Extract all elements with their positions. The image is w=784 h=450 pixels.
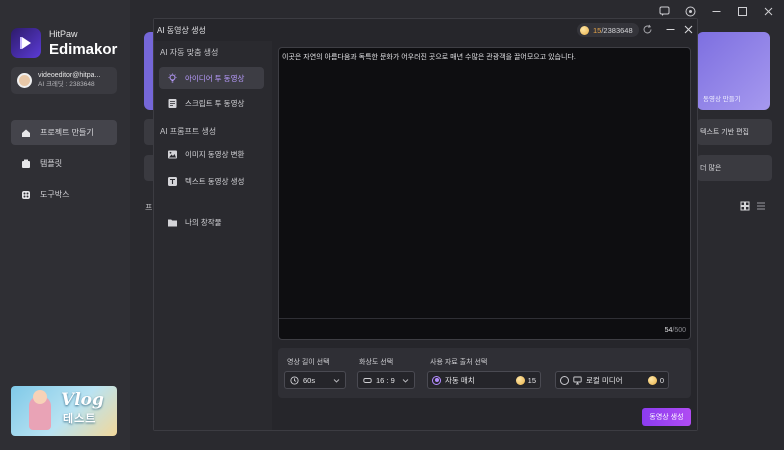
- minimize-icon[interactable]: [710, 5, 722, 17]
- bg-text-edit-row[interactable]: 텍스트 기반 편집: [697, 119, 772, 145]
- nav-label: 템플릿: [40, 159, 63, 168]
- source-local-option[interactable]: 로컬 미디어 0: [555, 371, 669, 389]
- nav-templates[interactable]: 템플릿: [11, 151, 117, 176]
- ratio-value: 16 : 9: [376, 375, 395, 385]
- script-icon: [168, 98, 177, 108]
- dialog-content: 이곳은 자연의 아름다움과 독특한 문화가 어우러진 곳으로 매년 수많은 관광…: [272, 41, 697, 430]
- side-nav: 프로젝트 만들기 템플릿 도구박스: [11, 120, 117, 213]
- generate-video-button[interactable]: 동영상 생성: [642, 408, 691, 426]
- credit-total: /2383648: [601, 25, 633, 35]
- user-card[interactable]: videoeditor@hitpa... AI 크레딧 : 2383648: [11, 67, 117, 94]
- bg-more-row[interactable]: 더 많은: [697, 155, 772, 181]
- product-name: Edimakor: [49, 40, 118, 58]
- prompt-text: 이곳은 자연의 아름다움과 독특한 문화가 어우러진 곳으로 매년 수많은 관광…: [282, 54, 576, 61]
- user-credit: AI 크레딧 : 2383648: [38, 80, 95, 88]
- source-auto-option[interactable]: 자동 매치 15: [427, 371, 541, 389]
- source-label: 사용 자료 출처 선택: [430, 359, 488, 366]
- clock-icon: [290, 375, 299, 385]
- prompt-input[interactable]: 이곳은 자연의 아름다움과 독특한 문화가 어우러진 곳으로 매년 수많은 관광…: [278, 47, 691, 340]
- folder-icon: [168, 219, 177, 226]
- grid-view-icon[interactable]: [740, 201, 750, 211]
- bg-row-label: 텍스트 기반 편집: [700, 129, 749, 136]
- item-label: 이미지 동영상 변환: [185, 149, 245, 159]
- source-auto-label: 자동 매치: [445, 375, 475, 385]
- options-panel: 영상 길이 선택 60s 화상도 선택 16 : 9 사용 자료 출처 선택 자…: [278, 348, 691, 398]
- view-toggle: [740, 201, 766, 211]
- bg-create-video-card[interactable]: 동영상 만들기: [697, 32, 770, 110]
- aspect-ratio-icon: [363, 377, 372, 383]
- section-prompt-title: AI 프롬프트 생성: [160, 127, 217, 136]
- dialog-minimize-icon[interactable]: [665, 24, 676, 35]
- credit-badge[interactable]: 15 /2383648: [577, 23, 639, 37]
- nav-label: 프로젝트 만들기: [40, 128, 94, 137]
- radio-auto[interactable]: [432, 375, 441, 385]
- item-my-works[interactable]: 나의 창작물: [159, 211, 264, 233]
- avatar: [17, 73, 32, 88]
- dialog-title: AI 동영상 생성: [157, 26, 206, 35]
- maximize-icon[interactable]: [736, 5, 748, 17]
- item-label: 스크립트 투 동영상: [185, 98, 245, 108]
- length-select[interactable]: 60s: [284, 371, 346, 389]
- dialog-header: AI 동영상 생성 15 /2383648: [154, 19, 697, 41]
- item-idea-to-video[interactable]: 아이디어 투 동영상: [159, 67, 264, 89]
- ratio-label: 화상도 선택: [359, 359, 394, 366]
- item-script-to-video[interactable]: 스크립트 투 동영상: [159, 92, 264, 114]
- item-label: 아이디어 투 동영상: [185, 73, 245, 83]
- settings-icon[interactable]: [684, 5, 696, 17]
- dialog-close-icon[interactable]: [683, 24, 694, 35]
- list-view-icon[interactable]: [756, 201, 766, 211]
- item-image-to-video[interactable]: 이미지 동영상 변환: [159, 143, 264, 165]
- text-icon: [168, 176, 177, 186]
- coin-icon: [647, 376, 657, 385]
- image-icon: [168, 150, 177, 158]
- dialog-sidebar: AI 자동 맞춤 생성 아이디어 투 동영상 스크립트 투 동영상 AI 프롬프…: [154, 41, 272, 430]
- promo-title: Vlog: [61, 390, 104, 410]
- toolbox-icon: [22, 190, 30, 199]
- prompt-divider: [279, 318, 690, 319]
- item-label: 나의 창작물: [185, 217, 222, 227]
- coin-icon: [580, 25, 589, 35]
- ai-video-dialog: AI 동영상 생성 15 /2383648 AI 자동 맞춤 생성 아이디어 투…: [153, 18, 698, 431]
- monitor-icon: [573, 376, 582, 384]
- ratio-select[interactable]: 16 : 9: [357, 371, 415, 389]
- item-text-to-video[interactable]: 텍스트 동영상 생성: [159, 170, 264, 192]
- cost-value: 0: [659, 376, 664, 385]
- nav-label: 도구박스: [40, 190, 70, 199]
- radio-local[interactable]: [560, 375, 569, 385]
- item-label: 텍스트 동영상 생성: [185, 176, 245, 186]
- char-count-max: 500: [674, 327, 686, 334]
- template-icon: [22, 159, 30, 168]
- user-email: videoeditor@hitpa...: [38, 72, 101, 80]
- brand-name: HitPaw: [49, 28, 78, 39]
- edimakor-logo-icon: [11, 28, 41, 58]
- feedback-icon[interactable]: [658, 5, 670, 17]
- app-sidebar: HitPaw Edimakor videoeditor@hitpa... AI …: [0, 0, 130, 450]
- length-value: 60s: [303, 375, 316, 385]
- app-topbar-controls: [658, 5, 774, 17]
- bg-section-label: 프: [145, 203, 153, 212]
- chevron-down-icon: [333, 379, 340, 383]
- coin-icon: [515, 376, 525, 385]
- bg-card-label: 동영상 만들기: [703, 96, 741, 103]
- bg-row-label: 더 많은: [700, 165, 722, 172]
- chevron-down-icon: [402, 379, 409, 383]
- cost-value: 15: [527, 376, 536, 385]
- promo-banner[interactable]: Vlog 테스트: [11, 386, 117, 436]
- source-local-cost: 0: [647, 376, 664, 385]
- credit-used: 15: [593, 25, 602, 35]
- length-label: 영상 길이 선택: [287, 359, 330, 366]
- app-logo: HitPaw Edimakor: [11, 28, 117, 58]
- nav-create-project[interactable]: 프로젝트 만들기: [11, 120, 117, 145]
- promo-figure-head: [33, 390, 47, 404]
- home-icon: [22, 129, 30, 137]
- promo-subtitle: 테스트: [63, 413, 97, 425]
- char-counter: 54/500: [665, 327, 686, 334]
- source-local-label: 로컬 미디어: [586, 375, 623, 385]
- lightbulb-icon: [168, 73, 177, 82]
- refresh-icon[interactable]: [642, 24, 653, 35]
- close-icon[interactable]: [762, 5, 774, 17]
- section-auto-title: AI 자동 맞춤 생성: [160, 48, 219, 57]
- nav-toolbox[interactable]: 도구박스: [11, 182, 117, 207]
- source-auto-cost: 15: [515, 376, 536, 385]
